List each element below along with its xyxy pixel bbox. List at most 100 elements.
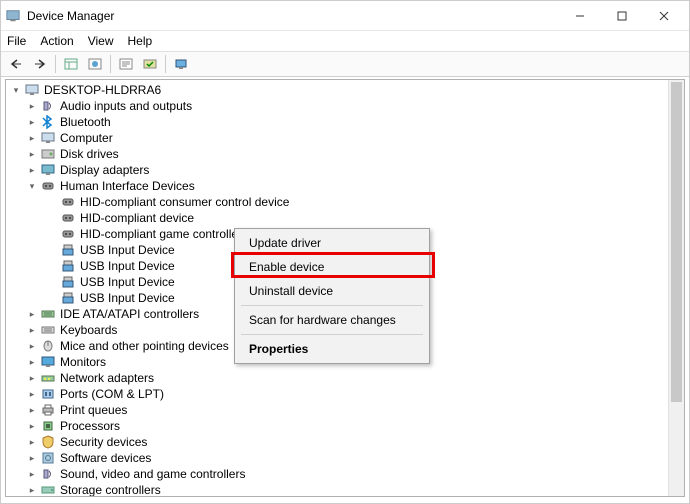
toolbar-separator (55, 55, 56, 73)
context-menu-item[interactable]: Properties (237, 337, 427, 361)
vertical-scrollbar[interactable] (668, 80, 684, 496)
tree-category[interactable]: Disk drives (6, 146, 684, 162)
print-icon (40, 403, 56, 417)
properties-button[interactable] (115, 54, 137, 74)
software-icon (40, 451, 56, 465)
context-menu-item[interactable]: Scan for hardware changes (237, 308, 427, 332)
titlebar: Device Manager (1, 1, 689, 31)
tree-item-label: Storage controllers (60, 482, 161, 497)
tree-item-label: HID-compliant device (80, 210, 194, 226)
root-icon (24, 83, 40, 97)
tree-item-label: USB Input Device (80, 274, 175, 290)
scrollbar-thumb[interactable] (671, 82, 682, 402)
back-button[interactable] (5, 54, 27, 74)
tree-category[interactable]: Sound, video and game controllers (6, 466, 684, 482)
sound-icon (40, 467, 56, 481)
tree-item-label: USB Input Device (80, 242, 175, 258)
expander-icon[interactable] (26, 180, 38, 192)
expander-icon[interactable] (26, 100, 38, 112)
expander-icon[interactable] (26, 452, 38, 464)
tree-category[interactable]: Display adapters (6, 162, 684, 178)
minimize-button[interactable] (559, 2, 601, 30)
usb-icon (60, 275, 76, 289)
usb-icon (60, 243, 76, 257)
menu-view[interactable]: View (88, 34, 114, 48)
context-menu-item[interactable]: Enable device (237, 255, 427, 279)
window-controls (559, 2, 685, 30)
context-menu-separator (241, 334, 423, 335)
menu-file[interactable]: File (7, 34, 26, 48)
expander-icon[interactable] (26, 420, 38, 432)
tree-item-label: Monitors (60, 354, 106, 370)
tree-category[interactable]: Audio inputs and outputs (6, 98, 684, 114)
tree-category[interactable]: Storage controllers (6, 482, 684, 497)
forward-button[interactable] (29, 54, 51, 74)
tree-device[interactable]: HID-compliant consumer control device (6, 194, 684, 210)
expander-icon[interactable] (26, 324, 38, 336)
hid-icon (40, 179, 56, 193)
expander-icon[interactable] (26, 340, 38, 352)
mouse-icon (40, 339, 56, 353)
maximize-button[interactable] (601, 2, 643, 30)
context-menu: Update driverEnable deviceUninstall devi… (234, 228, 430, 364)
expander-icon[interactable] (26, 388, 38, 400)
usb-icon (60, 291, 76, 305)
expander-icon[interactable] (26, 468, 38, 480)
security-icon (40, 435, 56, 449)
tree-category[interactable]: Processors (6, 418, 684, 434)
tree-item-label: DESKTOP-HLDRRA6 (44, 82, 161, 98)
tree-item-label: Disk drives (60, 146, 119, 162)
scan-button[interactable] (170, 54, 192, 74)
expander-icon[interactable] (26, 436, 38, 448)
hid-icon (60, 195, 76, 209)
tree-category[interactable]: Ports (COM & LPT) (6, 386, 684, 402)
expander-icon[interactable] (26, 132, 38, 144)
expander-icon[interactable] (10, 84, 22, 96)
tree-category[interactable]: Computer (6, 130, 684, 146)
tree-item-label: Software devices (60, 450, 151, 466)
hid-icon (60, 227, 76, 241)
toolbar-separator (110, 55, 111, 73)
keyboard-icon (40, 323, 56, 337)
tree-category[interactable]: Human Interface Devices (6, 178, 684, 194)
ide-icon (40, 307, 56, 321)
tree-device[interactable]: HID-compliant device (6, 210, 684, 226)
enable-button[interactable] (139, 54, 161, 74)
tree-item-label: USB Input Device (80, 290, 175, 306)
tree-item-label: Human Interface Devices (60, 178, 195, 194)
tree-category[interactable]: Bluetooth (6, 114, 684, 130)
expander-icon[interactable] (26, 164, 38, 176)
expander-icon[interactable] (26, 372, 38, 384)
expander-icon[interactable] (26, 404, 38, 416)
tree-item-label: Mice and other pointing devices (60, 338, 229, 354)
tree-item-label: Processors (60, 418, 120, 434)
expander-icon[interactable] (26, 484, 38, 496)
menu-help[interactable]: Help (128, 34, 153, 48)
tree-category[interactable]: Software devices (6, 450, 684, 466)
tree-root[interactable]: DESKTOP-HLDRRA6 (6, 82, 684, 98)
context-menu-item[interactable]: Update driver (237, 231, 427, 255)
tree-item-label: Security devices (60, 434, 147, 450)
help-button[interactable] (84, 54, 106, 74)
close-button[interactable] (643, 2, 685, 30)
toolbar-separator (165, 55, 166, 73)
expander-icon[interactable] (26, 308, 38, 320)
device-tree-panel: DESKTOP-HLDRRA6Audio inputs and outputsB… (5, 79, 685, 497)
tree-item-label: USB Input Device (80, 258, 175, 274)
expander-icon[interactable] (26, 116, 38, 128)
context-menu-item[interactable]: Uninstall device (237, 279, 427, 303)
context-menu-separator (241, 305, 423, 306)
bluetooth-icon (40, 115, 56, 129)
expander-icon[interactable] (26, 148, 38, 160)
tree-category[interactable]: Network adapters (6, 370, 684, 386)
ports-icon (40, 387, 56, 401)
tree-category[interactable]: Security devices (6, 434, 684, 450)
menu-action[interactable]: Action (40, 34, 73, 48)
hid-icon (60, 211, 76, 225)
expander-icon[interactable] (26, 356, 38, 368)
menubar: File Action View Help (1, 31, 689, 51)
tree-item-label: HID-compliant consumer control device (80, 194, 289, 210)
tree-item-label: Network adapters (60, 370, 154, 386)
show-hidden-button[interactable] (60, 54, 82, 74)
tree-category[interactable]: Print queues (6, 402, 684, 418)
